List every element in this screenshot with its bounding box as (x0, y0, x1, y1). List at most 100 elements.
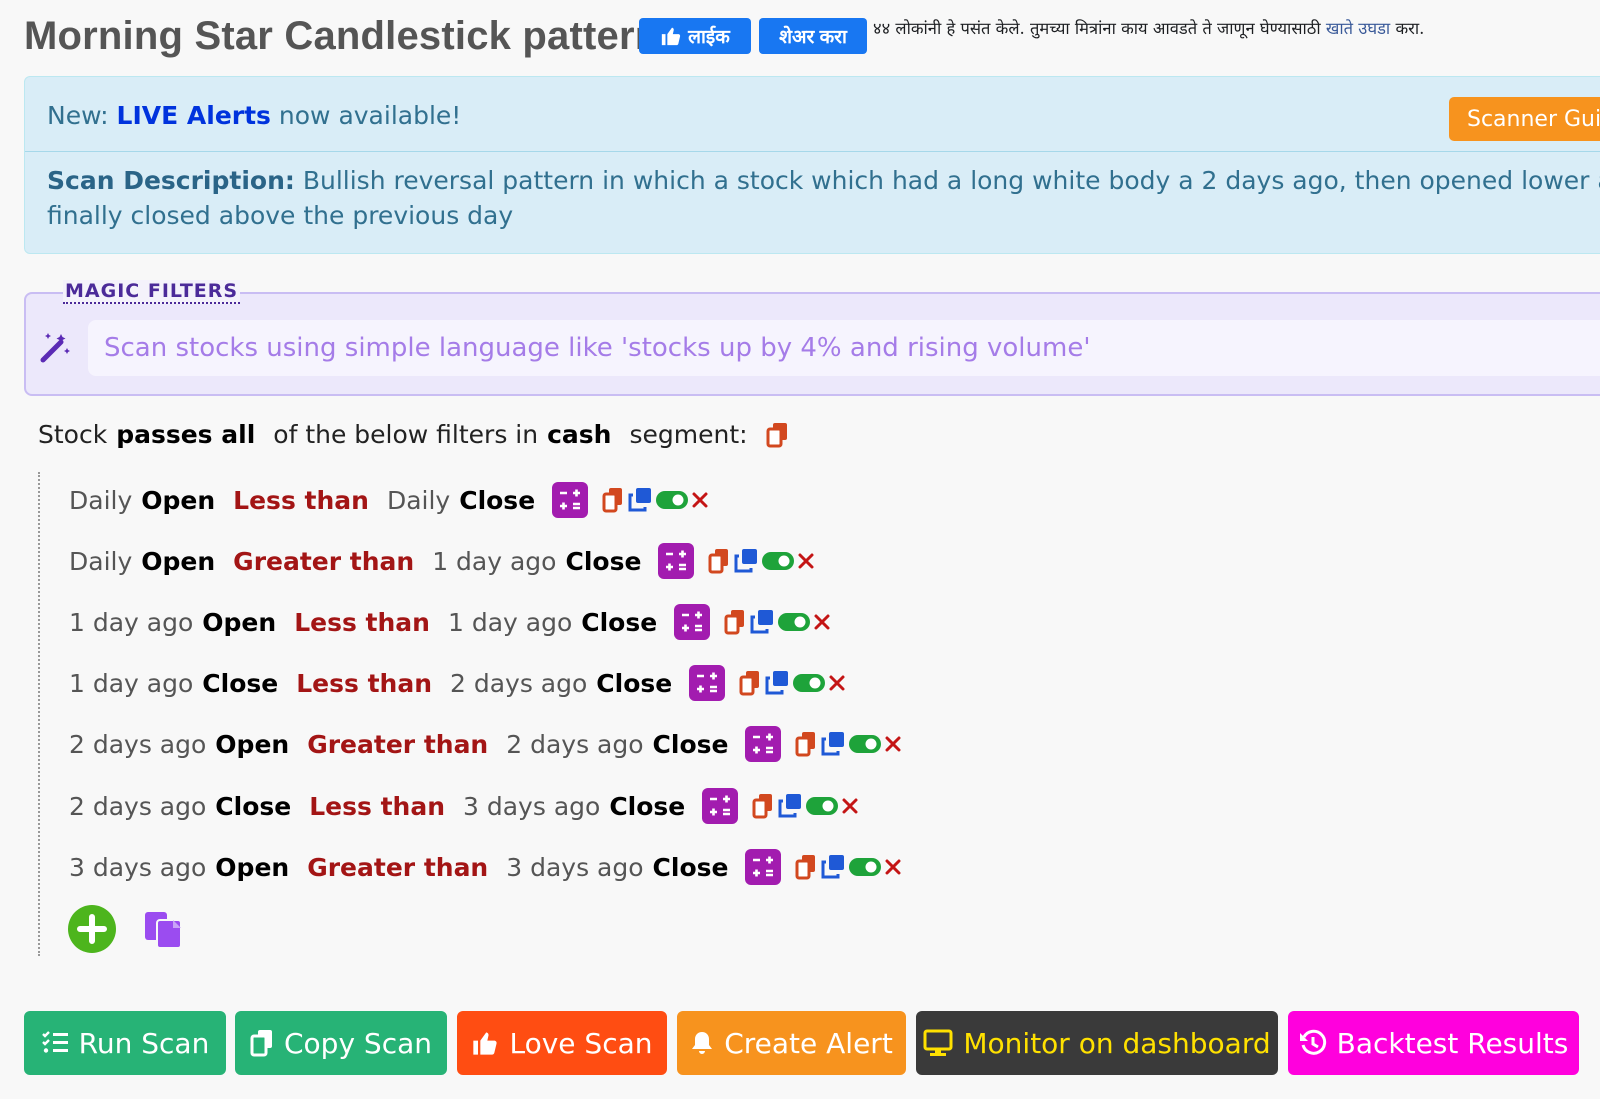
lhs-field[interactable]: Close (202, 669, 278, 698)
rhs-field[interactable]: Close (653, 730, 729, 759)
duplicate-icon[interactable] (820, 731, 846, 757)
filter-row: 1 day ago Close Less than 2 days ago Close (69, 663, 849, 703)
filter-summary: Stock passes all of the below filters in… (38, 420, 793, 449)
toggle-on-icon[interactable] (849, 857, 882, 877)
facebook-like-label: लाईक (688, 27, 730, 48)
rhs-period[interactable]: 3 days ago (463, 792, 600, 821)
facebook-share-button[interactable]: शेअर करा (759, 18, 867, 54)
duplicate-icon[interactable] (749, 609, 775, 635)
lhs-field[interactable]: Open (141, 547, 215, 576)
rhs-period[interactable]: 1 day ago (432, 547, 556, 576)
copy-icon[interactable] (795, 731, 817, 757)
magic-filter-input[interactable] (88, 320, 1600, 376)
love-scan-button[interactable]: Love Scan (457, 1011, 667, 1075)
close-icon[interactable] (841, 797, 859, 815)
copy-icon[interactable] (766, 422, 790, 448)
lhs-field[interactable]: Close (215, 792, 291, 821)
rhs-period[interactable]: 3 days ago (506, 853, 643, 882)
close-icon[interactable] (691, 491, 709, 509)
rhs-field[interactable]: Close (653, 853, 729, 882)
lhs-field[interactable]: Open (215, 853, 289, 882)
lhs-period[interactable]: 1 day ago (69, 669, 193, 698)
lhs-field[interactable]: Open (202, 608, 276, 637)
rhs-field[interactable]: Close (459, 486, 535, 515)
rhs-period[interactable]: 2 days ago (450, 669, 587, 698)
page-title: Morning Star Candlestick pattern (24, 14, 660, 58)
rhs-period[interactable]: Daily (387, 486, 450, 515)
paste-filter-button[interactable] (143, 908, 185, 950)
rhs-field[interactable]: Close (565, 547, 641, 576)
add-filter-button[interactable] (68, 905, 116, 953)
facebook-login-link[interactable]: खाते उघडा (1326, 19, 1390, 38)
live-alerts-link[interactable]: LIVE Alerts (117, 101, 271, 130)
backtest-results-button[interactable]: Backtest Results (1288, 1011, 1579, 1075)
close-icon[interactable] (828, 674, 846, 692)
rhs-period[interactable]: 1 day ago (448, 608, 572, 637)
scanner-guide-button[interactable]: Scanner Guide (1449, 97, 1600, 141)
toggle-on-icon[interactable] (778, 612, 811, 632)
lhs-field[interactable]: Open (141, 486, 215, 515)
copy-scan-button[interactable]: Copy Scan (235, 1011, 447, 1075)
filter-row: 3 days ago Open Greater than 3 days ago Clos… (69, 847, 905, 887)
duplicate-icon[interactable] (777, 793, 803, 819)
run-scan-button[interactable]: Run Scan (24, 1011, 226, 1075)
close-icon[interactable] (884, 735, 902, 753)
calculator-icon[interactable] (689, 665, 726, 701)
copy-icon[interactable] (724, 609, 746, 635)
lhs-period[interactable]: 3 days ago (69, 853, 206, 882)
toggle-on-icon[interactable] (806, 796, 839, 816)
toggle-on-icon[interactable] (793, 673, 826, 693)
facebook-like-button[interactable]: लाईक (639, 18, 751, 54)
operator[interactable]: Greater than (307, 853, 488, 882)
lhs-period[interactable]: Daily (69, 486, 132, 515)
close-icon[interactable] (797, 552, 815, 570)
duplicate-icon[interactable] (733, 548, 759, 574)
operator[interactable]: Less than (233, 486, 369, 515)
close-icon[interactable] (884, 858, 902, 876)
calculator-icon[interactable] (674, 604, 711, 640)
calculator-icon[interactable] (702, 788, 739, 824)
duplicate-icon[interactable] (820, 854, 846, 880)
copy-icon[interactable] (739, 670, 761, 696)
filter-row: 2 days ago Close Less than 3 days ago Close (69, 786, 862, 826)
toggle-on-icon[interactable] (762, 551, 795, 571)
create-alert-button[interactable]: Create Alert (677, 1011, 906, 1075)
rhs-period[interactable]: 2 days ago (506, 730, 643, 759)
lhs-period[interactable]: 1 day ago (69, 608, 193, 637)
summary-segment-dropdown[interactable]: cash (547, 420, 611, 449)
rhs-field[interactable]: Close (609, 792, 685, 821)
filter-row: 1 day ago Open Less than 1 day ago Close (69, 602, 834, 642)
lhs-period[interactable]: 2 days ago (69, 730, 206, 759)
close-icon[interactable] (813, 613, 831, 631)
magic-filters-panel: MAGIC FILTERS (24, 280, 1600, 396)
copy-icon[interactable] (708, 548, 730, 574)
copy-icon[interactable] (602, 487, 624, 513)
facebook-social-sentence: ४४ लोकांनी हे पसंत केले. तुमच्या मित्रां… (873, 19, 1321, 38)
lhs-field[interactable]: Open (215, 730, 289, 759)
toggle-on-icon[interactable] (656, 490, 689, 510)
operator[interactable]: Less than (296, 669, 432, 698)
lhs-period[interactable]: 2 days ago (69, 792, 206, 821)
calculator-icon[interactable] (658, 543, 695, 579)
summary-passes-dropdown[interactable]: passes all (116, 420, 255, 449)
calculator-icon[interactable] (552, 482, 589, 518)
duplicate-icon[interactable] (764, 670, 790, 696)
operator[interactable]: Greater than (233, 547, 414, 576)
copy-icon[interactable] (795, 854, 817, 880)
monitor-dashboard-button[interactable]: Monitor on dashboard (916, 1011, 1278, 1075)
duplicate-icon[interactable] (627, 487, 653, 513)
plus-icon (77, 914, 107, 944)
copy-icon[interactable] (752, 793, 774, 819)
operator[interactable]: Greater than (307, 730, 488, 759)
calculator-icon[interactable] (745, 849, 782, 885)
rhs-field[interactable]: Close (596, 669, 672, 698)
operator[interactable]: Less than (294, 608, 430, 637)
facebook-share-label: शेअर करा (779, 27, 847, 48)
history-icon (1299, 1029, 1326, 1055)
operator[interactable]: Less than (309, 792, 445, 821)
rhs-field[interactable]: Close (581, 608, 657, 637)
toggle-on-icon[interactable] (849, 734, 882, 754)
lhs-period[interactable]: Daily (69, 547, 132, 576)
monitor-dashboard-label: Monitor on dashboard (963, 1026, 1271, 1060)
calculator-icon[interactable] (745, 726, 782, 762)
